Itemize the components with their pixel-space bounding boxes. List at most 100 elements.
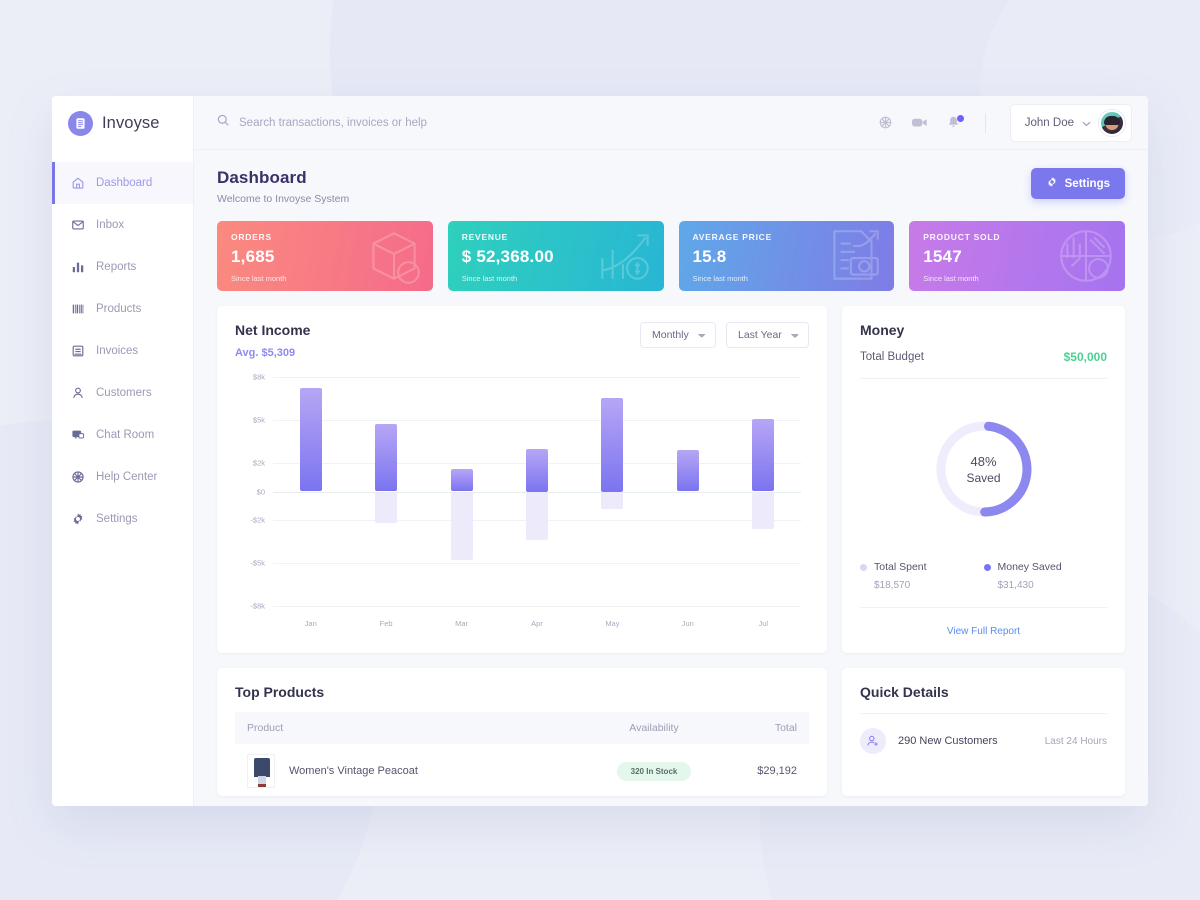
list-item-text: 290 New Customers [898, 735, 998, 747]
period-select[interactable]: Monthly [640, 322, 716, 348]
chart-bar-negative [450, 491, 473, 561]
sidebar-item-products[interactable]: Products [52, 288, 193, 330]
money-footer: View Full Report [860, 607, 1107, 639]
sidebar-item-label: Products [96, 303, 142, 315]
sidebar-item-label: Reports [96, 261, 137, 273]
page-subtitle: Welcome to Invoyse System [217, 193, 350, 205]
range-select[interactable]: Last Year [726, 322, 809, 348]
brand[interactable]: Invoyse [52, 96, 193, 150]
chart-bars [273, 377, 801, 606]
sidebar-item-label: Chat Room [96, 429, 155, 441]
net-income-chart: $8k $5k $2k $0 -$2k -$5k -$8k Jan Feb Mar Apr May J… [235, 369, 809, 634]
legend-total-spent: Total Spent $18,570 [860, 561, 984, 591]
chart-x-tick-label: May [605, 619, 620, 628]
stat-card-average-price[interactable]: AVERAGE PRICE 15.8 Since last month [678, 221, 895, 291]
chart-bar-positive [525, 448, 548, 492]
stat-value: $ 52,368.00 [461, 247, 554, 266]
topbar: John Doe [194, 96, 1148, 150]
chevron-down-icon [1082, 114, 1091, 132]
net-income-title: Net Income [235, 322, 311, 338]
topbar-divider [984, 112, 986, 133]
search-bar[interactable] [216, 113, 868, 132]
content: Dashboard Welcome to Invoyse System Sett… [194, 150, 1148, 806]
peacoat-thumbnail [247, 754, 275, 788]
stat-label: REVENUE [461, 232, 509, 242]
app-window: Invoyse Dashboard Inbox Reports Products… [52, 96, 1148, 806]
stat-sub: Since last month [461, 274, 518, 283]
stat-label: AVERAGE PRICE [692, 232, 772, 242]
chart-x-tick-label: Jul [758, 619, 769, 628]
sidebar-item-label: Customers [96, 387, 152, 399]
sidebar-item-settings[interactable]: Settings [52, 498, 193, 540]
video-camera-icon[interactable] [911, 115, 928, 130]
stat-card-product-sold[interactable]: PRODUCT SOLD 1547 Since last month [909, 221, 1125, 291]
user-menu[interactable]: John Doe [1009, 103, 1132, 142]
barcode-icon [70, 302, 85, 317]
stat-sub: Since last month [923, 274, 979, 283]
chart-bar-group[interactable] [273, 377, 348, 606]
chart-y-tick-label: $5k [252, 415, 265, 425]
page-title: Dashboard [217, 168, 307, 187]
chart-bar-group[interactable] [499, 377, 574, 606]
sidebar-item-reports[interactable]: Reports [52, 246, 193, 288]
chart-gridline: -$8k [250, 602, 801, 611]
legend-label: Money Saved [997, 561, 1062, 573]
sidebar-item-dashboard[interactable]: Dashboard [52, 162, 193, 204]
chart-x-tick-label: Jan [304, 619, 317, 628]
sidebar-item-invoices[interactable]: Invoices [52, 330, 193, 372]
sidebar-item-customers[interactable]: Customers [52, 372, 193, 414]
status-badge: 320 In Stock [616, 761, 692, 781]
chart-x-tick-label: Feb [379, 619, 393, 628]
sidebar-item-inbox[interactable]: Inbox [52, 204, 193, 246]
chart-bar-group[interactable] [726, 377, 801, 606]
legend-value: $31,430 [997, 580, 1034, 591]
net-income-header: Net Income Avg. $5,309 Monthly Last Year [235, 322, 809, 359]
list-item-time: Last 24 Hours [1044, 735, 1107, 747]
stat-value: 15.8 [692, 247, 727, 266]
table-row[interactable]: Women's Vintage Peacoat 320 In Stock $29… [235, 744, 809, 796]
column-total: Total [774, 722, 797, 734]
bell-icon[interactable] [946, 115, 964, 130]
gear-icon [1046, 176, 1058, 191]
chart-bar-positive [450, 468, 473, 492]
cell-total: $29,192 [757, 765, 797, 777]
search-icon [216, 113, 230, 132]
stat-value: 1,685 [231, 247, 275, 266]
search-input[interactable] [239, 116, 559, 129]
sidebar-item-help-center[interactable]: Help Center [52, 456, 193, 498]
sidebar-item-label: Help Center [96, 471, 158, 483]
total-budget-row: Total Budget $50,000 [860, 350, 1107, 379]
money-card: Money Total Budget $50,000 48% Saved Tot… [842, 306, 1125, 653]
chart-bar-group[interactable] [424, 377, 499, 606]
chart-bar-negative [375, 491, 398, 523]
chart-bar-group[interactable] [575, 377, 650, 606]
legend-money-saved: Money Saved $31,430 [983, 561, 1108, 591]
envelope-icon [70, 218, 85, 233]
legend-dot [983, 563, 991, 571]
money-title: Money [860, 322, 905, 338]
sidebar-item-label: Invoices [96, 345, 139, 357]
cell-product: Women's Vintage Peacoat [235, 744, 579, 796]
chart-y-tick-label: $8k [252, 372, 265, 382]
list-item[interactable]: 290 New Customers Last 24 Hours [860, 713, 1107, 767]
chart-bar-group[interactable] [650, 377, 725, 606]
chart-x-axis: Jan Feb Mar Apr May Jun Jul [273, 619, 801, 628]
view-full-report-link[interactable]: View Full Report [947, 626, 1020, 637]
stat-card-revenue[interactable]: REVENUE $ 52,368.00 Since last month [447, 221, 664, 291]
row-charts: Net Income Avg. $5,309 Monthly Last Year [217, 306, 1125, 653]
chart-plot-area: $8k $5k $2k $0 -$2k -$5k -$8k [250, 373, 801, 611]
stat-label: ORDERS [231, 232, 272, 242]
avatar [1099, 109, 1125, 136]
settings-button[interactable]: Settings [1030, 168, 1125, 199]
settings-button-label: Settings [1064, 177, 1110, 190]
globe-grid-icon[interactable] [878, 115, 893, 130]
donut-center-label: 48% Saved [932, 417, 1036, 521]
sidebar-item-chat-room[interactable]: Chat Room [52, 414, 193, 456]
chart-bar-group[interactable] [348, 377, 423, 606]
stat-sub: Since last month [692, 274, 748, 283]
chart-y-tick-label: -$8k [250, 601, 265, 611]
chart-bar-positive [601, 398, 624, 492]
stat-card-orders[interactable]: ORDERS 1,685 Since last month [217, 221, 433, 291]
bar-chart-icon [70, 260, 85, 275]
invoice-icon [70, 344, 85, 359]
